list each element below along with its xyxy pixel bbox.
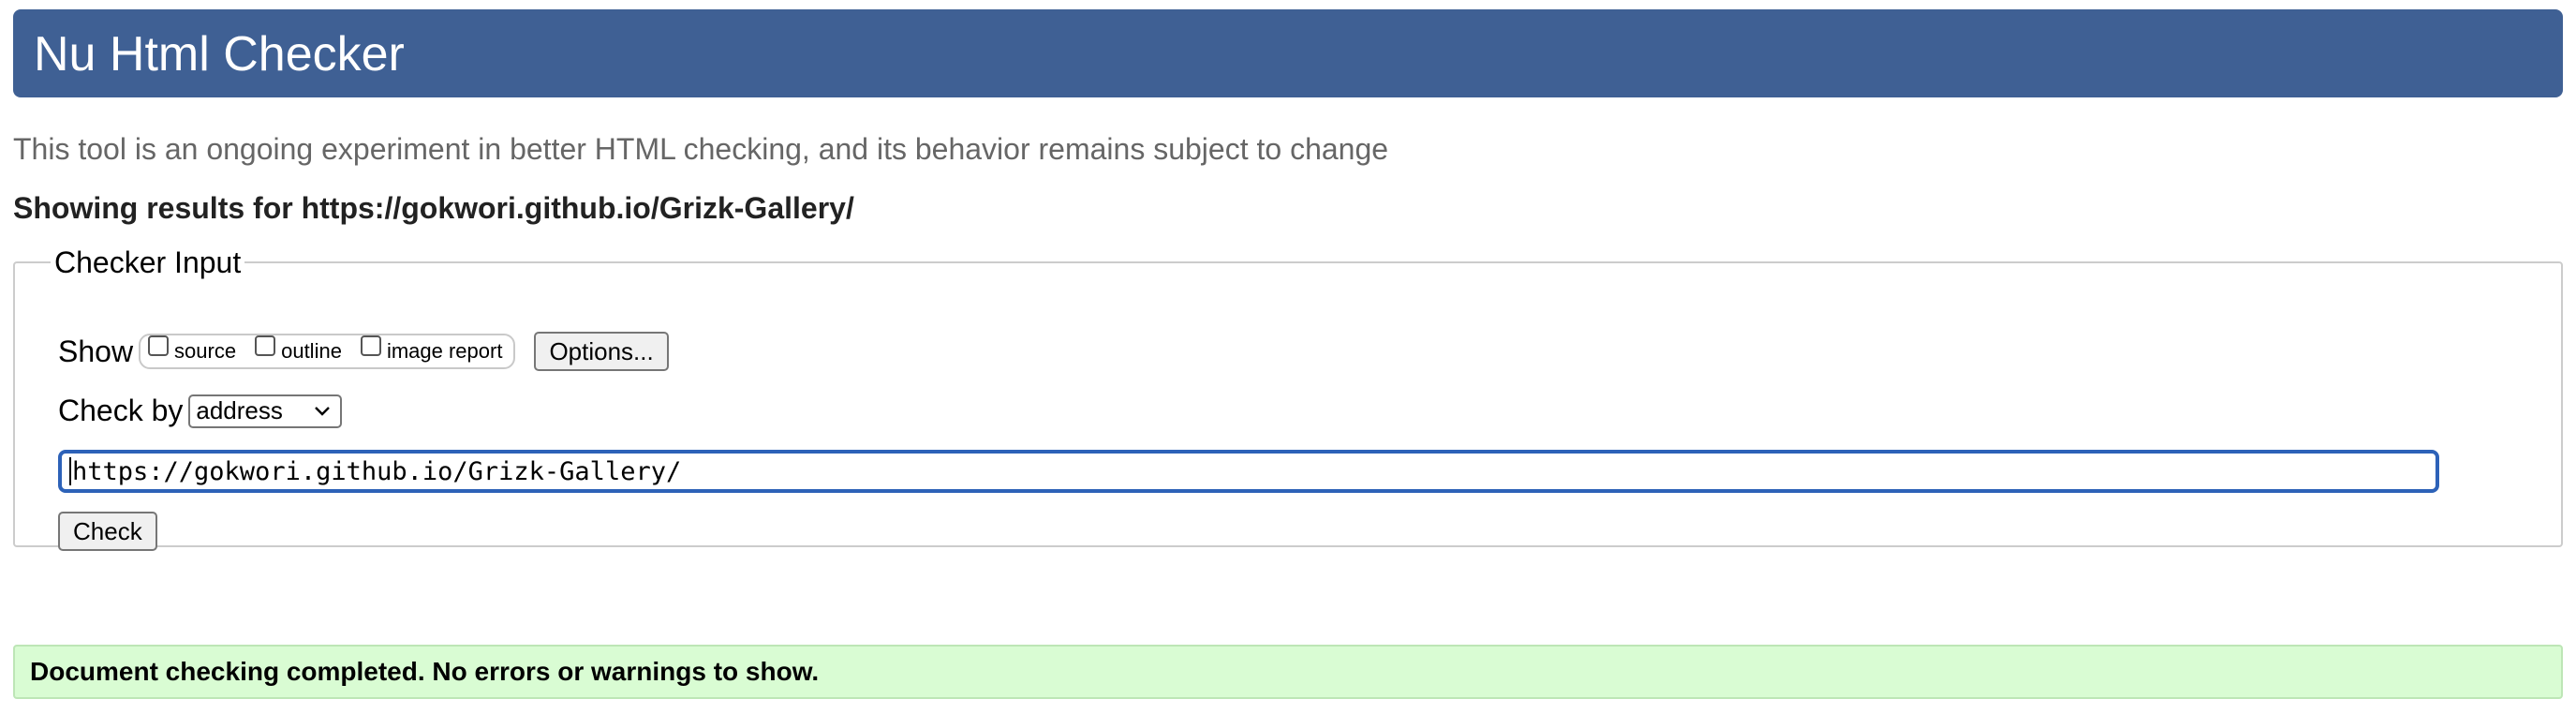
source-label: source	[174, 339, 237, 363]
url-input[interactable]: https://gokwori.github.io/Grizk-Gallery/	[58, 450, 2439, 493]
header-banner: Nu Html Checker	[13, 9, 2563, 97]
page: Nu Html Checker This tool is an ongoing …	[0, 0, 2576, 714]
outline-label: outline	[281, 339, 342, 363]
status-message: Document checking completed. No errors o…	[13, 645, 2563, 699]
source-checkbox[interactable]	[148, 335, 170, 356]
url-input-value: https://gokwori.github.io/Grizk-Gallery/	[72, 456, 682, 486]
image-report-label: image report	[386, 339, 503, 363]
show-source-option[interactable]: source	[148, 335, 237, 364]
check-by-row: Check by address	[58, 394, 343, 428]
check-by-selected-value: address	[196, 396, 283, 424]
show-outline-option[interactable]: outline	[255, 335, 342, 364]
chevron-down-icon	[315, 406, 331, 416]
show-row: Show source outline image report Options…	[58, 332, 669, 371]
checker-input-fieldset: Checker Input Show source outline image …	[13, 245, 2563, 551]
checker-input-legend: Checker Input	[54, 245, 242, 279]
show-image-report-option[interactable]: image report	[360, 335, 503, 364]
check-by-select[interactable]: address	[188, 394, 343, 428]
options-button[interactable]: Options...	[534, 332, 669, 371]
text-caret	[69, 457, 71, 485]
check-by-label: Check by	[58, 394, 184, 427]
results-for-heading: Showing results for https://gokwori.gith…	[13, 191, 854, 225]
show-label: Show	[58, 334, 134, 368]
show-options-group: source outline image report	[139, 334, 516, 369]
check-button[interactable]: Check	[58, 512, 157, 551]
image-report-checkbox[interactable]	[360, 335, 381, 356]
outline-checkbox[interactable]	[255, 335, 276, 356]
intro-text: This tool is an ongoing experiment in be…	[13, 132, 1389, 166]
page-title: Nu Html Checker	[34, 27, 405, 82]
